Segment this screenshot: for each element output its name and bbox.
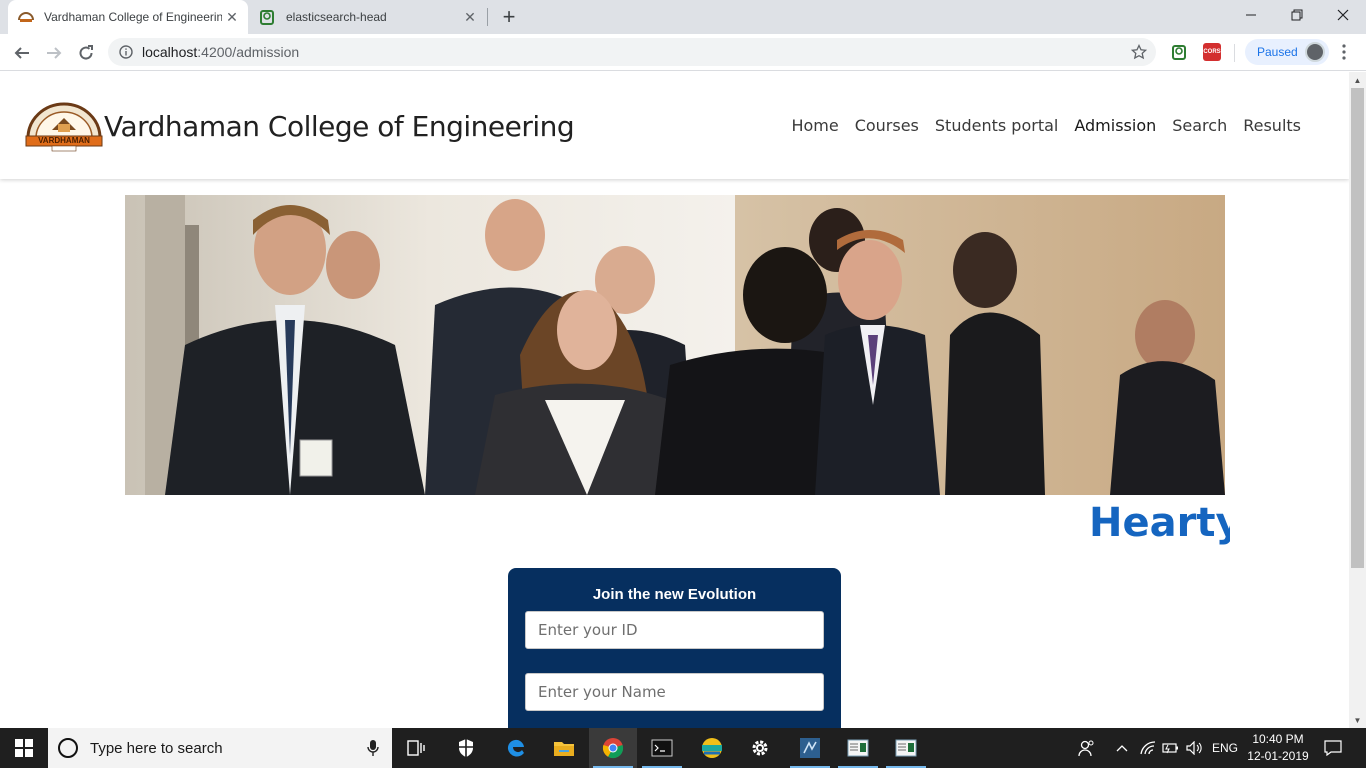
task-view-icon[interactable] bbox=[392, 728, 440, 768]
close-icon[interactable]: ✕ bbox=[222, 7, 242, 27]
nav-home[interactable]: Home bbox=[791, 116, 838, 135]
reload-button[interactable] bbox=[72, 39, 100, 67]
taskbar-clock[interactable]: 10:40 PM 12-01-2019 bbox=[1246, 731, 1310, 765]
minimize-button[interactable] bbox=[1228, 0, 1274, 30]
battery-icon[interactable] bbox=[1162, 728, 1180, 768]
clock-date: 12-01-2019 bbox=[1247, 749, 1309, 763]
marquee-text: Hearty w bbox=[1089, 500, 1230, 546]
scroll-up-icon[interactable]: ▲ bbox=[1349, 72, 1366, 88]
address-bar[interactable]: localhost:4200/admission bbox=[108, 38, 1156, 66]
settings-gear-icon[interactable] bbox=[736, 728, 784, 768]
form-title: Join the new Evolution bbox=[592, 586, 757, 603]
page-viewport: VARDHAMAN Vardhaman College of Engineeri… bbox=[0, 72, 1349, 728]
scroll-down-icon[interactable]: ▼ bbox=[1349, 712, 1366, 728]
tab-title: Vardhaman College of Engineerin bbox=[44, 10, 222, 24]
nav-search[interactable]: Search bbox=[1172, 116, 1227, 135]
sql-developer-icon[interactable] bbox=[786, 728, 834, 768]
taskbar-search-box[interactable]: Type here to search bbox=[48, 728, 392, 768]
windows-start-icon[interactable] bbox=[0, 728, 48, 768]
chrome-taskbar-icon[interactable] bbox=[589, 728, 637, 768]
taskbar-search-placeholder: Type here to search bbox=[90, 739, 223, 757]
page-scrollbar[interactable]: ▲ ▼ bbox=[1349, 72, 1366, 728]
language-indicator[interactable]: ENG bbox=[1212, 728, 1238, 768]
volume-icon[interactable] bbox=[1186, 728, 1202, 768]
elastic-app-icon[interactable] bbox=[688, 728, 736, 768]
clock-time: 10:40 PM bbox=[1252, 732, 1304, 746]
wifi-icon[interactable] bbox=[1140, 728, 1156, 768]
notepad-window-icon-2[interactable] bbox=[882, 728, 930, 768]
nav-students-portal[interactable]: Students portal bbox=[935, 116, 1058, 135]
site-brand-title[interactable]: Vardhaman College of Engineering bbox=[104, 110, 575, 143]
microphone-icon[interactable] bbox=[366, 739, 380, 757]
file-explorer-icon[interactable] bbox=[540, 728, 588, 768]
browser-tab-strip: Vardhaman College of Engineerin ✕ elasti… bbox=[0, 0, 1366, 34]
back-button[interactable] bbox=[8, 39, 36, 67]
url-host: localhost bbox=[142, 44, 198, 60]
nav-courses[interactable]: Courses bbox=[855, 116, 919, 135]
tab-vardhaman[interactable]: Vardhaman College of Engineerin ✕ bbox=[8, 0, 248, 34]
info-icon[interactable] bbox=[118, 44, 134, 60]
command-prompt-icon[interactable] bbox=[638, 728, 686, 768]
cors-label: CORS bbox=[1203, 49, 1221, 55]
people-icon[interactable] bbox=[1078, 728, 1096, 768]
close-window-button[interactable] bbox=[1320, 0, 1366, 30]
admission-form: Join the new Evolution bbox=[508, 568, 841, 728]
elasticsearch-head-icon bbox=[260, 9, 276, 25]
new-tab-button[interactable]: + bbox=[496, 4, 522, 29]
action-center-icon[interactable] bbox=[1324, 728, 1342, 768]
tab-title: elasticsearch-head bbox=[286, 10, 387, 24]
bookmark-star-icon[interactable] bbox=[1130, 43, 1148, 61]
nav-results[interactable]: Results bbox=[1243, 116, 1301, 135]
chevron-up-icon[interactable] bbox=[1116, 728, 1128, 768]
tab-elasticsearch-head[interactable]: elasticsearch-head ✕ bbox=[250, 0, 486, 34]
browser-menu-icon[interactable] bbox=[1334, 42, 1354, 62]
site-logo-icon bbox=[18, 9, 34, 25]
cors-extension-icon[interactable]: CORS bbox=[1203, 43, 1221, 61]
restore-button[interactable] bbox=[1274, 0, 1320, 30]
site-header: VARDHAMAN Vardhaman College of Engineeri… bbox=[0, 72, 1349, 179]
notepad-window-icon[interactable] bbox=[834, 728, 882, 768]
main-nav: Home Courses Students portal Admission S… bbox=[791, 116, 1301, 135]
close-icon[interactable]: ✕ bbox=[460, 7, 480, 27]
url-path: :4200/admission bbox=[197, 44, 300, 60]
welcome-marquee: Hearty w bbox=[125, 498, 1230, 550]
forward-button[interactable] bbox=[40, 39, 68, 67]
id-input[interactable] bbox=[525, 611, 824, 649]
edge-browser-icon[interactable] bbox=[492, 728, 540, 768]
cortana-icon bbox=[58, 738, 78, 758]
logo-text: VARDHAMAN bbox=[38, 136, 90, 145]
windows-security-icon[interactable] bbox=[442, 728, 490, 768]
tab-divider bbox=[487, 8, 488, 26]
browser-toolbar: localhost:4200/admission CORS Paused bbox=[0, 34, 1366, 71]
college-logo[interactable]: VARDHAMAN bbox=[22, 98, 106, 152]
windows-taskbar: Type here to search ENG 10:40 PM 12-01-2… bbox=[0, 728, 1366, 768]
hero-banner-image bbox=[125, 195, 1225, 495]
scrollbar-thumb[interactable] bbox=[1351, 88, 1364, 568]
elasticsearch-head-extension-icon[interactable] bbox=[1171, 43, 1189, 61]
nav-admission[interactable]: Admission bbox=[1074, 116, 1156, 135]
toolbar-divider bbox=[1234, 44, 1235, 62]
avatar bbox=[1305, 42, 1325, 62]
profile-status: Paused bbox=[1257, 45, 1298, 59]
profile-button[interactable]: Paused bbox=[1245, 39, 1329, 65]
name-input[interactable] bbox=[525, 673, 824, 711]
